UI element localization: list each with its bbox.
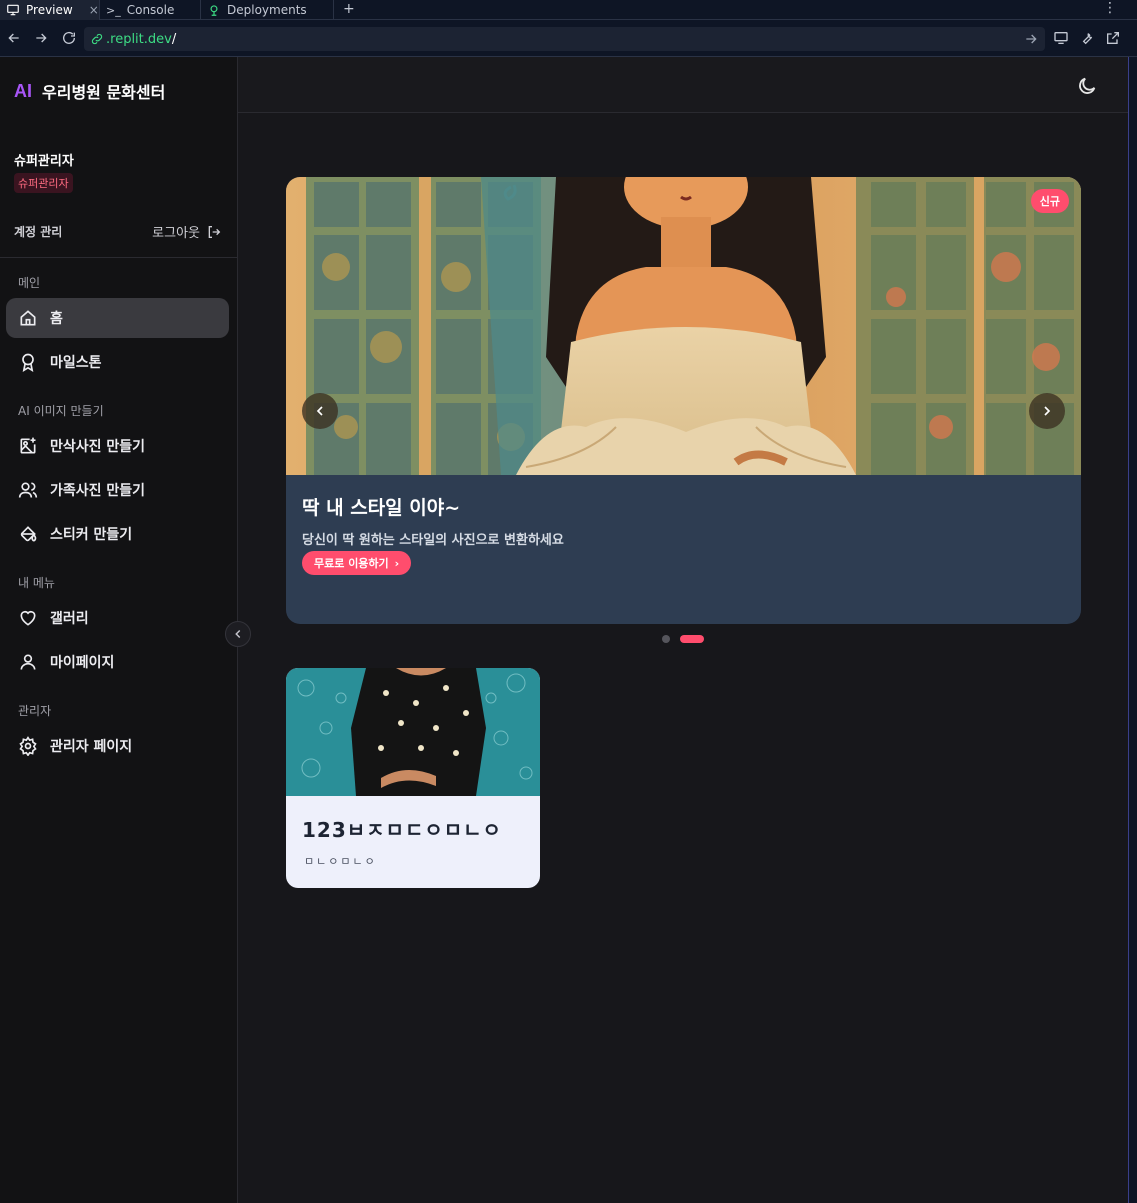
logout-label: 로그아웃: [152, 226, 200, 241]
devices-icon[interactable]: [1053, 30, 1069, 46]
section-label-ai-images: AI 이미지 만들기: [18, 404, 104, 418]
tab-label: Console: [126, 3, 175, 17]
logout-button[interactable]: 로그아웃: [152, 222, 222, 241]
paint-bucket-icon: [20, 526, 37, 542]
link-icon: [91, 33, 103, 45]
card-subtitle: ㅁㄴㅇㅁㄴㅇ: [304, 855, 377, 868]
sidebar-item-label: 스티커 만들기: [50, 527, 133, 543]
brand-name: 우리병원 문화센터: [42, 83, 166, 102]
chevron-right-icon: [1044, 406, 1051, 416]
home-icon: [20, 310, 36, 326]
role-badge: 슈퍼관리자: [14, 173, 73, 193]
sidebar-item-family[interactable]: 가족사진 만들기: [6, 470, 229, 510]
arrow-left-icon: [8, 33, 19, 43]
sidebar-item-sticker[interactable]: 스티커 만들기: [6, 514, 229, 554]
top-header: [238, 57, 1128, 113]
chevron-right-icon: ›: [394, 556, 400, 570]
award-icon: [22, 353, 34, 372]
user-name: 슈퍼관리자: [14, 154, 74, 169]
deploy-icon: [210, 5, 218, 16]
hero-banner: 신규 딱 내 스타일 이야~ 당신이 딱 원하는 스타일의 사진으로 변환하세요…: [286, 177, 1081, 624]
url-input[interactable]: .replit.dev /: [84, 27, 1045, 51]
heart-icon: [20, 610, 36, 626]
banner-title: 딱 내 스타일 이야~: [302, 497, 461, 519]
sidebar-item-label: 가족사진 만들기: [50, 483, 146, 499]
sidebar-item-mypage[interactable]: 마이페이지: [6, 642, 229, 682]
sidebar-item-gallery[interactable]: 갤러리: [6, 598, 229, 638]
arrow-right-icon: [36, 33, 47, 43]
external-link-icon[interactable]: [1105, 30, 1121, 46]
account-settings-link[interactable]: 계정 관리: [14, 223, 62, 240]
sidebar-item-label: 홈: [50, 311, 63, 327]
tab-label: Deployments: [227, 3, 307, 17]
card-title: 123ㅂㅈㅁㄷㅇㅁㄴㅇ: [302, 818, 502, 842]
sidebar-item-milestone[interactable]: 마일스톤: [6, 342, 229, 382]
new-badge: 신규: [1030, 189, 1069, 213]
back-button[interactable]: [4, 28, 24, 48]
url-path: /: [171, 31, 177, 47]
carousel-prev-button[interactable]: [302, 393, 338, 429]
gear-icon: [19, 736, 37, 756]
sidebar: AI 우리병원 문화센터 슈퍼관리자 슈퍼관리자 계정 관리 로그아웃 메인 홈…: [0, 57, 238, 1203]
tab-label: Preview: [26, 3, 73, 17]
sidebar-item-label: 마일스톤: [50, 355, 102, 371]
section-label-admin: 관리자: [18, 704, 52, 718]
divider: [0, 257, 237, 258]
brand-logo[interactable]: AI 우리병원 문화센터: [14, 79, 165, 103]
chevron-left-icon: [316, 406, 323, 416]
logout-icon: [208, 225, 221, 238]
sidebar-item-home[interactable]: 홈: [6, 298, 229, 338]
sidebar-item-label: 관리자 페이지: [50, 739, 133, 755]
carousel-next-button[interactable]: [1029, 393, 1065, 429]
carousel-dot-1[interactable]: [662, 635, 670, 643]
reload-icon: [63, 31, 75, 44]
sidebar-item-label: 마이페이지: [50, 655, 115, 671]
right-scroll-rail: [1128, 57, 1137, 1203]
more-options-icon[interactable]: ⋮: [1103, 0, 1117, 20]
terminal-icon: >_: [106, 3, 121, 17]
carousel-dot-2[interactable]: [680, 635, 704, 643]
free-use-button[interactable]: 무료로 이용하기 ›: [302, 551, 412, 575]
chevron-left-icon: [235, 629, 241, 639]
sidebar-item-admin-page[interactable]: 관리자 페이지: [6, 726, 229, 766]
url-bar: .replit.dev /: [0, 20, 1137, 57]
section-label-my-menu: 내 메뉴: [18, 576, 55, 590]
section-label-main: 메인: [18, 276, 41, 290]
add-tab-button[interactable]: +: [343, 0, 355, 20]
monitor-icon: [7, 4, 19, 16]
user-icon: [20, 654, 36, 670]
carousel-indicators: [662, 635, 704, 643]
sidebar-collapse-button[interactable]: [225, 621, 251, 647]
url-host: .replit.dev: [106, 31, 172, 47]
image-plus-icon: [20, 437, 36, 454]
cta-label: 무료로 이용하기: [314, 557, 389, 570]
banner-illustration: [286, 177, 1081, 475]
main-content: 신규 딱 내 스타일 이야~ 당신이 딱 원하는 스타일의 사진으로 변환하세요…: [238, 57, 1128, 1203]
tab-preview[interactable]: Preview ×: [0, 0, 99, 20]
forward-button[interactable]: [31, 28, 51, 48]
banner-description: 당신이 딱 원하는 스타일의 사진으로 변환하세요: [302, 533, 564, 548]
go-arrow-icon[interactable]: [1023, 31, 1039, 47]
wrench-icon[interactable]: [1079, 30, 1095, 46]
tab-deployments[interactable]: Deployments: [201, 0, 333, 20]
account-row: 계정 관리 로그아웃: [14, 222, 222, 241]
moon-icon[interactable]: [1076, 75, 1098, 97]
sidebar-item-label: 갤러리: [50, 611, 89, 627]
sidebar-item-label: 만삭사진 만들기: [50, 439, 146, 455]
sidebar-item-maternity[interactable]: 만삭사진 만들기: [6, 426, 229, 466]
service-card[interactable]: 123ㅂㅈㅁㄷㅇㅁㄴㅇ ㅁㄴㅇㅁㄴㅇ: [286, 668, 540, 888]
reload-button[interactable]: [59, 28, 79, 48]
browser-tab-bar: Preview × >_ Console Deployments + ⋮: [0, 0, 1137, 20]
users-icon: [18, 482, 38, 498]
tab-console[interactable]: >_ Console: [100, 0, 200, 20]
card-thumbnail: [286, 668, 540, 796]
brand-ai-mark: AI: [14, 80, 32, 101]
close-icon[interactable]: ×: [89, 3, 99, 17]
